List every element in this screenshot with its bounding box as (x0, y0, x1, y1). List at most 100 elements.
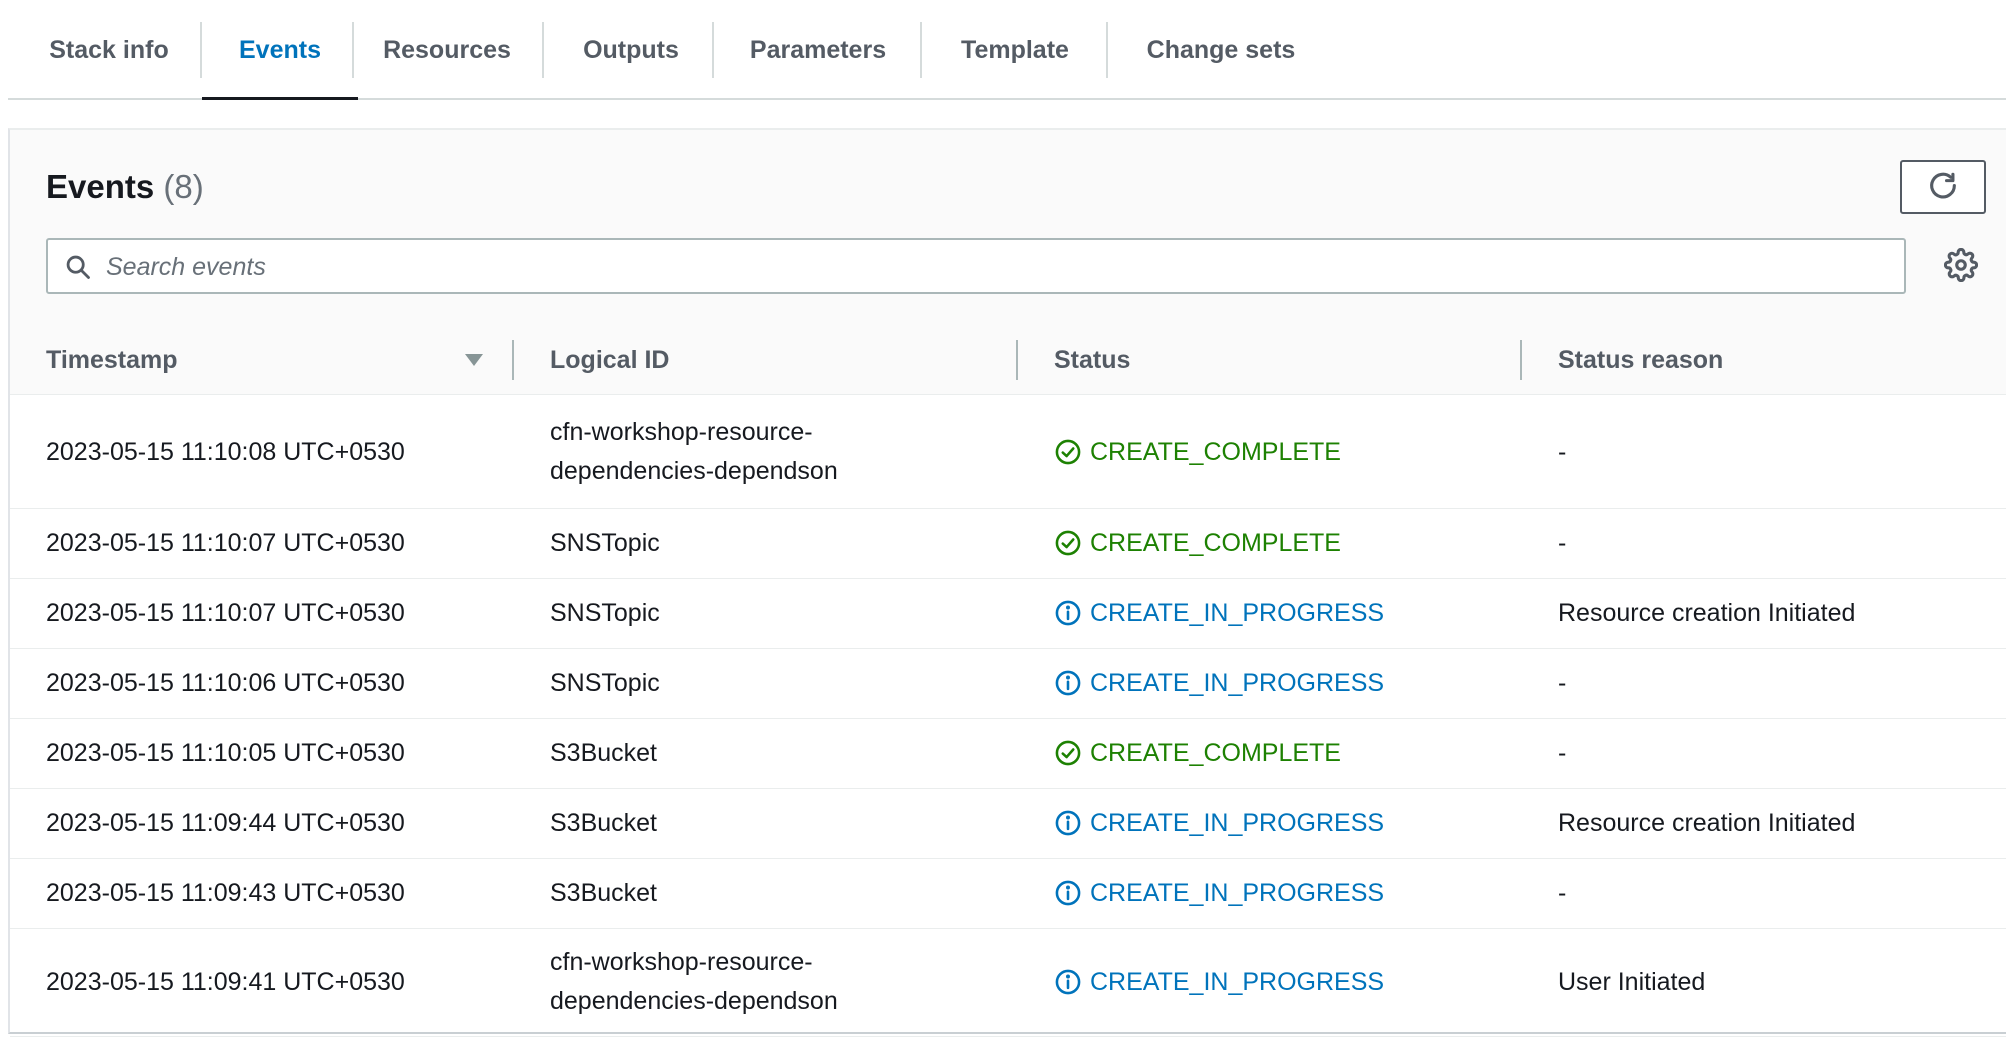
timestamp-text: 2023-05-15 11:09:41 UTC+0530 (46, 967, 405, 996)
info-icon (1055, 670, 1081, 696)
cell-logical-id: SNSTopic (550, 578, 890, 648)
cell-timestamp: 2023-05-15 11:09:43 UTC+0530 (46, 858, 506, 928)
logical-id-text: S3Bucket (550, 878, 658, 907)
table-row: 2023-05-15 11:10:07 UTC+0530 SNSTopic CREA… (10, 578, 2006, 649)
tab-resources[interactable]: Resources (354, 22, 540, 100)
cell-status: CREATE_COMPLETE (1054, 718, 1514, 788)
table-row: 2023-05-15 11:09:41 UTC+0530 cfn-workshop… (10, 928, 2006, 1037)
refresh-icon (1930, 172, 1956, 199)
timestamp-text: 2023-05-15 11:10:05 UTC+0530 (46, 738, 405, 767)
tab-events[interactable]: Events (202, 22, 358, 100)
timestamp-text: 2023-05-15 11:09:44 UTC+0530 (46, 808, 405, 837)
cell-status-reason: User Initiated (1558, 928, 1998, 1036)
search-icon (66, 255, 90, 279)
status-badge: CREATE_COMPLETE (1054, 524, 1341, 563)
cell-status-reason: - (1558, 396, 1998, 508)
refresh-button[interactable] (1900, 160, 1986, 214)
table-row: 2023-05-15 11:09:44 UTC+0530 S3Bucket CREA… (10, 788, 2006, 859)
timestamp-text: 2023-05-15 11:10:08 UTC+0530 (46, 437, 405, 466)
search-box (46, 238, 1906, 294)
cell-logical-id: cfn-workshop-resource-dependencies-depen… (550, 928, 890, 1036)
logical-id-text: SNSTopic (550, 668, 660, 697)
info-icon (1055, 969, 1081, 995)
events-panel-header: Events (8) (10, 130, 2006, 327)
cell-timestamp: 2023-05-15 11:10:05 UTC+0530 (46, 718, 506, 788)
status-text: CREATE_COMPLETE (1090, 437, 1341, 466)
tab-parameters[interactable]: Parameters (714, 22, 922, 100)
status-text: CREATE_IN_PROGRESS (1090, 598, 1385, 627)
table-row: 2023-05-15 11:09:43 UTC+0530 S3Bucket CREA… (10, 858, 2006, 929)
cell-timestamp: 2023-05-15 11:09:41 UTC+0530 (46, 928, 506, 1036)
cell-status: CREATE_COMPLETE (1054, 396, 1514, 508)
cell-timestamp: 2023-05-15 11:10:08 UTC+0530 (46, 396, 506, 508)
column-divider[interactable] (512, 340, 514, 380)
cell-status: CREATE_IN_PROGRESS (1054, 928, 1514, 1036)
cell-logical-id: SNSTopic (550, 648, 890, 718)
cell-timestamp: 2023-05-15 11:10:07 UTC+0530 (46, 578, 506, 648)
status-text: CREATE_IN_PROGRESS (1090, 668, 1385, 697)
column-header-timestamp[interactable]: Timestamp (46, 326, 178, 394)
events-title: Events (46, 168, 155, 205)
logical-id-text: SNSTopic (550, 598, 660, 627)
tab-template[interactable]: Template (922, 22, 1108, 100)
cell-timestamp: 2023-05-15 11:09:44 UTC+0530 (46, 788, 506, 858)
gear-icon[interactable] (1944, 248, 1978, 282)
cell-logical-id: S3Bucket (550, 858, 890, 928)
info-icon (1055, 600, 1081, 626)
events-heading: Events (8) (46, 168, 204, 206)
logical-id-text: S3Bucket (550, 808, 658, 837)
cell-status: CREATE_IN_PROGRESS (1054, 858, 1514, 928)
info-icon (1055, 810, 1081, 836)
tab-change-sets[interactable]: Change sets (1108, 22, 1334, 100)
logical-id-text: cfn-workshop-resource-dependencies-depen… (550, 948, 838, 1015)
column-divider[interactable] (1016, 340, 1018, 380)
status-text: CREATE_IN_PROGRESS (1090, 967, 1385, 996)
timestamp-text: 2023-05-15 11:10:07 UTC+0530 (46, 598, 405, 627)
cell-status: CREATE_IN_PROGRESS (1054, 788, 1514, 858)
status-badge: CREATE_IN_PROGRESS (1054, 874, 1384, 913)
logical-id-text: S3Bucket (550, 738, 658, 767)
status-text: CREATE_COMPLETE (1090, 528, 1341, 557)
cell-status: CREATE_COMPLETE (1054, 508, 1514, 578)
cell-timestamp: 2023-05-15 11:10:07 UTC+0530 (46, 508, 506, 578)
info-icon (1055, 880, 1081, 906)
column-header-status-reason[interactable]: Status reason (1558, 326, 1723, 394)
status-badge: CREATE_COMPLETE (1054, 734, 1341, 773)
table-row: 2023-05-15 11:10:07 UTC+0530 SNSTopic CREA… (10, 508, 2006, 579)
column-header-status[interactable]: Status (1054, 326, 1130, 394)
status-badge: CREATE_IN_PROGRESS (1054, 664, 1384, 703)
caret-down-icon[interactable] (464, 352, 484, 368)
tab-stack-info[interactable]: Stack info (8, 22, 210, 100)
column-divider[interactable] (1520, 340, 1522, 380)
cell-logical-id: S3Bucket (550, 718, 890, 788)
column-header-logical-id[interactable]: Logical ID (550, 326, 669, 394)
cell-timestamp: 2023-05-15 11:10:06 UTC+0530 (46, 648, 506, 718)
status-reason-text: - (1558, 668, 1567, 697)
table-header: Timestamp Logical ID Status Status reaso… (10, 326, 2006, 395)
table-row: 2023-05-15 11:10:06 UTC+0530 SNSTopic CREA… (10, 648, 2006, 719)
tab-outputs[interactable]: Outputs (544, 22, 718, 100)
status-text: CREATE_COMPLETE (1090, 738, 1341, 767)
table-row: 2023-05-15 11:10:05 UTC+0530 S3Bucket CREA… (10, 718, 2006, 789)
status-badge: CREATE_IN_PROGRESS (1054, 963, 1384, 1002)
events-count: (8) (163, 168, 204, 205)
check-circle-icon (1055, 740, 1081, 766)
status-reason-text: User Initiated (1558, 967, 1706, 996)
status-text: CREATE_IN_PROGRESS (1090, 878, 1385, 907)
timestamp-text: 2023-05-15 11:09:43 UTC+0530 (46, 878, 405, 907)
status-reason-text: Resource creation Initiated (1558, 808, 1856, 837)
cell-status-reason: Resource creation Initiated (1558, 578, 1998, 648)
logical-id-text: SNSTopic (550, 528, 660, 557)
status-reason-text: Resource creation Initiated (1558, 598, 1856, 627)
search-input[interactable] (104, 240, 1888, 294)
timestamp-text: 2023-05-15 11:10:06 UTC+0530 (46, 668, 405, 697)
status-reason-text: - (1558, 738, 1567, 767)
status-reason-text: - (1558, 437, 1567, 466)
status-badge: CREATE_IN_PROGRESS (1054, 594, 1384, 633)
cell-status-reason: Resource creation Initiated (1558, 788, 1998, 858)
cell-status-reason: - (1558, 508, 1998, 578)
status-badge: CREATE_COMPLETE (1054, 433, 1341, 472)
check-circle-icon (1055, 439, 1081, 465)
cell-logical-id: SNSTopic (550, 508, 890, 578)
table-row: 2023-05-15 11:10:08 UTC+0530 cfn-workshop… (10, 396, 2006, 509)
